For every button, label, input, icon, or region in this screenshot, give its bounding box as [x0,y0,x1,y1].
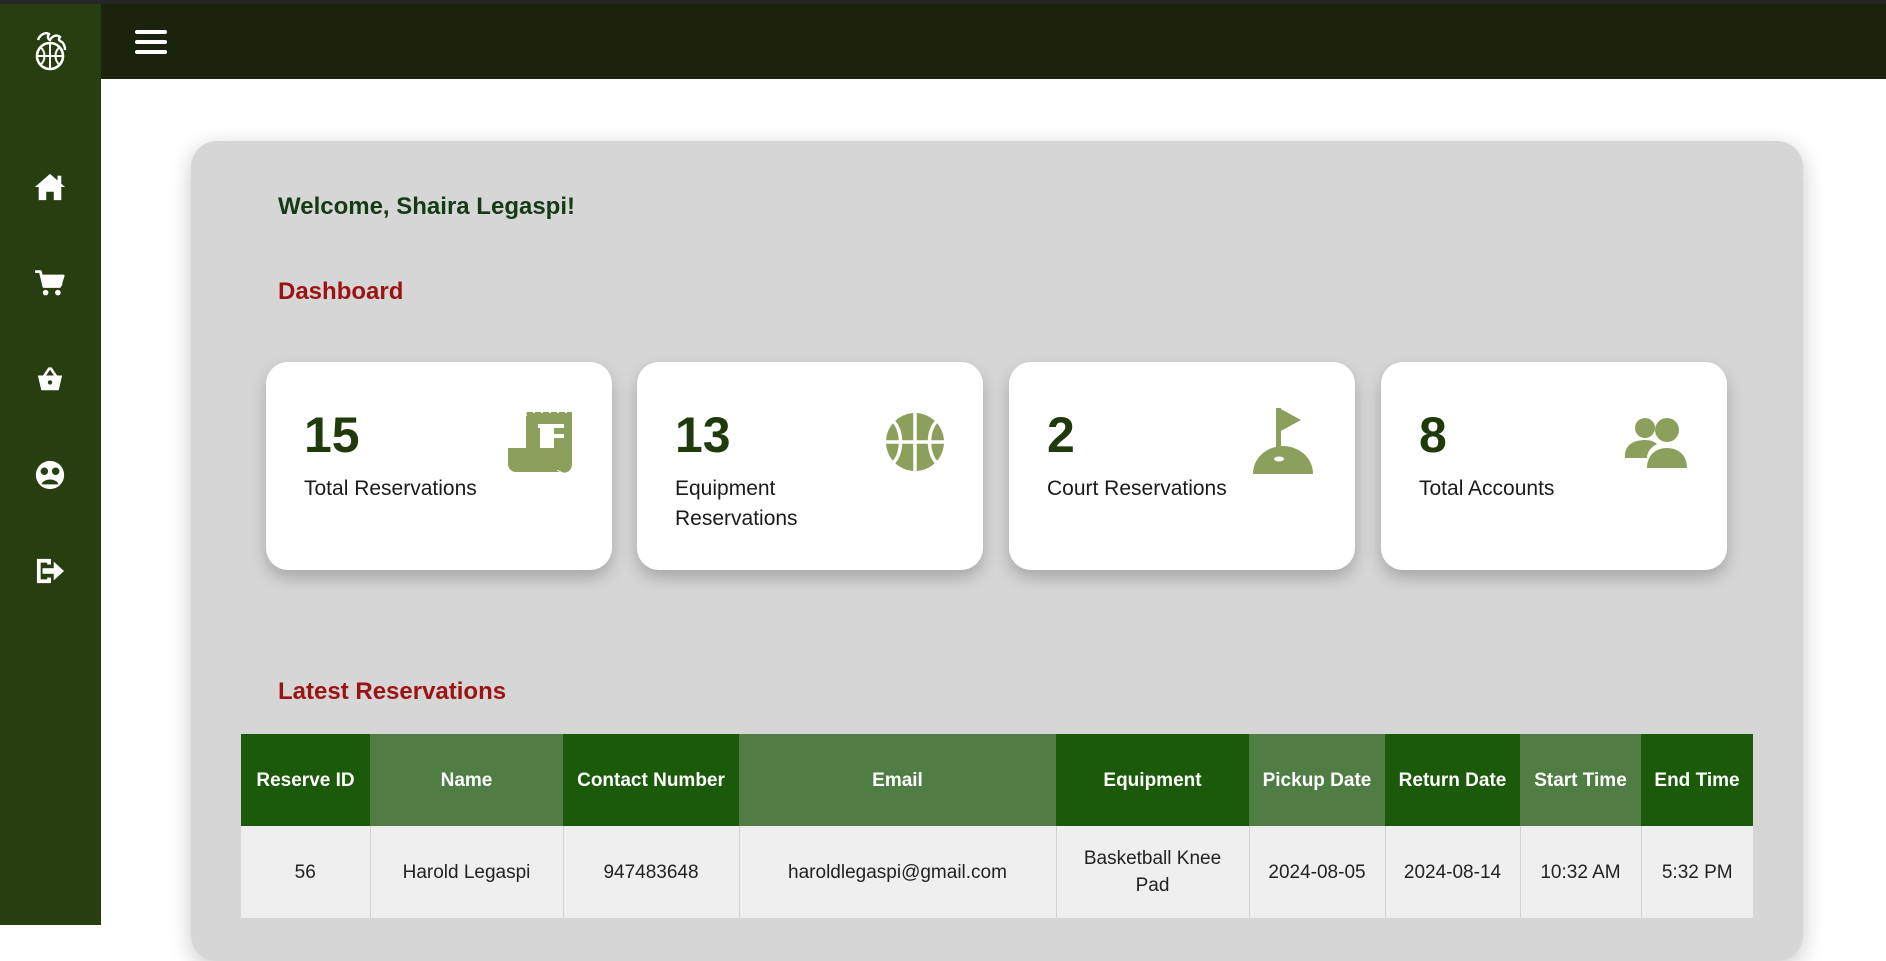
reservations-table: Reserve ID Name Contact Number Email Equ… [241,734,1753,918]
column-header[interactable]: Name [370,734,563,826]
receipt-icon [506,406,576,476]
stat-card-total-reservations[interactable]: 15 Total Reservations [266,362,612,570]
home-icon[interactable] [30,167,70,207]
stat-card-total-accounts[interactable]: 8 Total Accounts [1381,362,1727,570]
table-cell: 947483648 [563,826,740,918]
stat-label: Equipment Reservations [675,477,798,530]
column-header[interactable]: Reserve ID [241,734,370,826]
basketball-icon [877,406,947,476]
table-cell: 2024-08-05 [1249,826,1386,918]
stat-card-court-reservations[interactable]: 2 Court Reservations [1009,362,1355,570]
column-header[interactable]: Start Time [1520,734,1641,826]
top-bar [101,4,1886,79]
dashboard-title: Dashboard [278,278,404,305]
table-cell: Harold Legaspi [370,826,564,918]
column-header[interactable]: Email [739,734,1056,826]
stat-value: 15 [304,407,360,463]
column-header[interactable]: Equipment [1056,734,1249,826]
table-cell: 2024-08-14 [1385,826,1521,918]
column-header[interactable]: Contact Number [563,734,739,826]
table-cell: 10:32 AM [1520,826,1642,918]
stat-value: 13 [675,407,731,463]
column-header[interactable]: Pickup Date [1249,734,1385,826]
menu-icon[interactable] [135,30,167,56]
table-header-row: Reserve ID Name Contact Number Email Equ… [241,734,1753,826]
column-header[interactable]: Return Date [1385,734,1520,826]
stat-value: 2 [1047,407,1075,463]
user-circle-icon[interactable] [30,455,70,495]
stat-label: Total Reservations [304,477,477,500]
stat-value: 8 [1419,407,1447,463]
table-cell: Basketball Knee Pad [1056,826,1250,918]
stat-label: Total Accounts [1419,477,1555,500]
column-header[interactable]: End Time [1641,734,1753,826]
sidebar [0,4,101,925]
table-cell: 56 [241,826,371,918]
users-icon [1621,406,1691,476]
latest-reservations-title: Latest Reservations [278,678,507,705]
logout-icon[interactable] [30,551,70,591]
basket-icon[interactable] [30,359,70,399]
cart-icon[interactable] [30,263,70,303]
table-row[interactable]: 56 Harold Legaspi 947483648 haroldlegasp… [241,826,1753,918]
golf-flag-icon [1249,406,1319,476]
welcome-message: Welcome, Shaira Legaspi! [278,193,575,220]
table-cell: 5:32 PM [1641,826,1753,918]
table-cell: haroldlegaspi@gmail.com [739,826,1057,918]
basketball-logo-icon[interactable] [30,30,70,74]
stat-label: Court Reservations [1047,477,1227,500]
stat-card-equipment-reservations[interactable]: 13 Equipment Reservations [637,362,983,570]
